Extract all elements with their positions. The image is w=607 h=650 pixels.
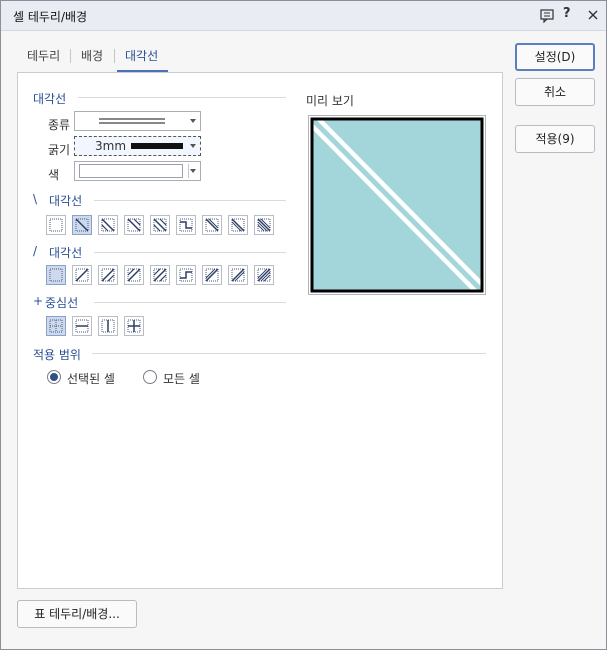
tab-background[interactable]: 배경 [81, 47, 103, 64]
apply-range-title: 적용 범위 [33, 348, 81, 362]
selected-cells-radio[interactable] [47, 370, 61, 384]
tab-separator [114, 49, 115, 63]
slash-upper-button[interactable] [124, 265, 144, 285]
cancel-button[interactable]: 취소 [515, 78, 595, 106]
line-type-combo[interactable] [74, 111, 201, 131]
color-combo[interactable] [74, 161, 201, 181]
group-divider [94, 252, 286, 253]
backslash-group-title: 대각선 [49, 194, 83, 208]
slash-multi-button[interactable] [254, 265, 274, 285]
combo-divider [188, 164, 189, 178]
dialog-title: 셀 테두리/배경 [13, 10, 88, 24]
group-divider [92, 353, 486, 354]
chevron-down-icon [190, 119, 196, 123]
diagonal-panel: 대각선 종류 굵기 3mm 색 \ 대각선 / 대각선 + 중심선 적용 범위 … [17, 72, 503, 589]
thickness-label: 굵기 [48, 143, 71, 157]
tab-border[interactable]: 테두리 [27, 47, 60, 64]
slash-single-button[interactable] [72, 265, 92, 285]
cell-border-dialog: 셀 테두리/배경 ? 테두리 배경 대각선 대각선 종류 굵기 3mm 색 \ … [0, 0, 607, 650]
slash-fan-button[interactable] [202, 265, 222, 285]
slash-group-prefix: / [33, 244, 38, 258]
preview-canvas [307, 114, 487, 296]
table-border-button[interactable]: 표 테두리/배경... [17, 600, 137, 628]
apply-button[interactable]: 적용(9) [515, 125, 595, 153]
help-icon[interactable]: ? [563, 6, 579, 22]
thickness-value: 3mm [95, 139, 127, 153]
ok-button[interactable]: 설정(D) [515, 43, 595, 71]
diag-backslash-double-button[interactable] [98, 215, 118, 235]
diag-backslash-step-button[interactable] [176, 215, 196, 235]
slash-step-button[interactable] [176, 265, 196, 285]
diag-backslash-upper-button[interactable] [124, 215, 144, 235]
group-divider [94, 200, 286, 201]
center-horizontal-button[interactable] [72, 316, 92, 336]
group-divider [78, 97, 286, 98]
chevron-down-icon [190, 144, 196, 148]
slash-double-button[interactable] [98, 265, 118, 285]
diag-backslash-single-button[interactable] [72, 215, 92, 235]
slash-none-button[interactable] [46, 265, 66, 285]
double-line-sample [99, 118, 165, 124]
all-cells-label[interactable]: 모든 셀 [163, 370, 200, 387]
backslash-group-prefix: \ [33, 192, 38, 206]
comment-icon[interactable] [539, 7, 555, 23]
chevron-down-icon [190, 169, 196, 173]
center-vertical-button[interactable] [98, 316, 118, 336]
color-swatch [79, 164, 183, 178]
color-label: 색 [48, 168, 60, 182]
thick-line-sample [131, 143, 183, 149]
center-group-title: 중심선 [45, 296, 79, 310]
group-divider [94, 302, 286, 303]
preview-box [307, 114, 487, 296]
titlebar: 셀 테두리/배경 ? [1, 1, 606, 31]
center-cross-button[interactable] [124, 316, 144, 336]
diag-backslash-fan-button[interactable] [202, 215, 222, 235]
tab-separator [70, 49, 71, 63]
diag-backslash-multi-button[interactable] [254, 215, 274, 235]
center-none-button[interactable] [46, 316, 66, 336]
all-cells-radio[interactable] [143, 370, 157, 384]
slash-group-title: 대각선 [49, 246, 83, 260]
slash-triple-button[interactable] [150, 265, 170, 285]
selected-cells-label[interactable]: 선택된 셀 [67, 370, 115, 387]
thickness-combo[interactable]: 3mm [74, 136, 201, 156]
tab-diagonal[interactable]: 대각선 [125, 47, 158, 64]
diag-backslash-fan-lower-button[interactable] [228, 215, 248, 235]
diag-none-button[interactable] [46, 215, 66, 235]
slash-fan-lower-button[interactable] [228, 265, 248, 285]
type-label: 종류 [48, 118, 71, 132]
close-icon[interactable] [585, 7, 601, 23]
preview-title: 미리 보기 [306, 94, 354, 108]
diagonal-group-title: 대각선 [33, 92, 67, 106]
center-group-prefix: + [33, 294, 44, 308]
diag-backslash-triple-button[interactable] [150, 215, 170, 235]
